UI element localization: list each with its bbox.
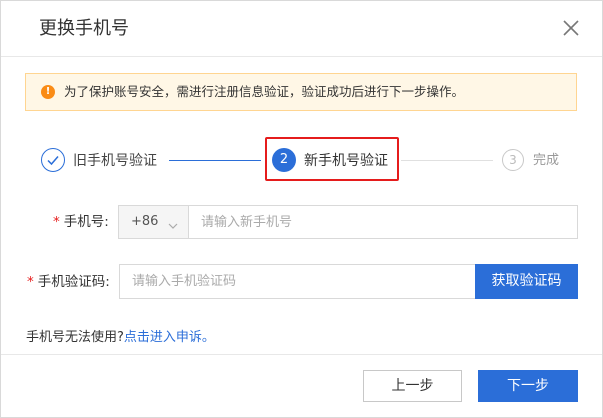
close-icon[interactable] [558, 15, 584, 41]
footer-divider [1, 354, 602, 355]
dialog-header: 更换手机号 [1, 1, 602, 57]
step-connector-done [169, 160, 261, 161]
prev-step-button[interactable]: 上一步 [363, 370, 462, 402]
verification-code-input[interactable] [119, 264, 475, 299]
required-mark: * [27, 274, 34, 290]
dialog-title: 更换手机号 [39, 18, 129, 39]
appeal-link[interactable]: 点击进入申诉。 [124, 330, 215, 345]
check-icon [41, 148, 65, 172]
help-text: 手机号无法使用?点击进入申诉。 [26, 329, 215, 346]
help-question: 手机号无法使用? [26, 330, 124, 345]
next-step-button[interactable]: 下一步 [478, 370, 578, 402]
required-mark: * [53, 214, 60, 230]
phone-field-label: * 手机号: [53, 213, 109, 231]
notice-text: 为了保护账号安全，需进行注册信息验证，验证成功后进行下一步操作。 [64, 84, 465, 99]
get-code-button[interactable]: 获取验证码 [475, 264, 578, 299]
step-old-phone-label: 旧手机号验证 [73, 153, 157, 169]
step-connector-pending [401, 160, 493, 161]
code-label-text: 手机验证码: [37, 274, 110, 290]
warning-icon: ! [41, 85, 55, 99]
phone-label-text: 手机号: [63, 214, 109, 230]
step-complete-label: 完成 [533, 153, 560, 168]
active-step-highlight [265, 137, 399, 181]
security-notice: ! 为了保护账号安全，需进行注册信息验证，验证成功后进行下一步操作。 [25, 73, 577, 111]
country-code-value: +86 [131, 214, 159, 229]
chevron-down-icon [167, 217, 179, 229]
change-phone-dialog: 更换手机号 ! 为了保护账号安全，需进行注册信息验证，验证成功后进行下一步操作。… [0, 0, 603, 418]
code-field-label: * 手机验证码: [27, 273, 110, 291]
country-code-select[interactable]: +86 [118, 205, 188, 239]
step-3-badge: 3 [502, 149, 524, 171]
new-phone-input[interactable] [188, 205, 578, 239]
